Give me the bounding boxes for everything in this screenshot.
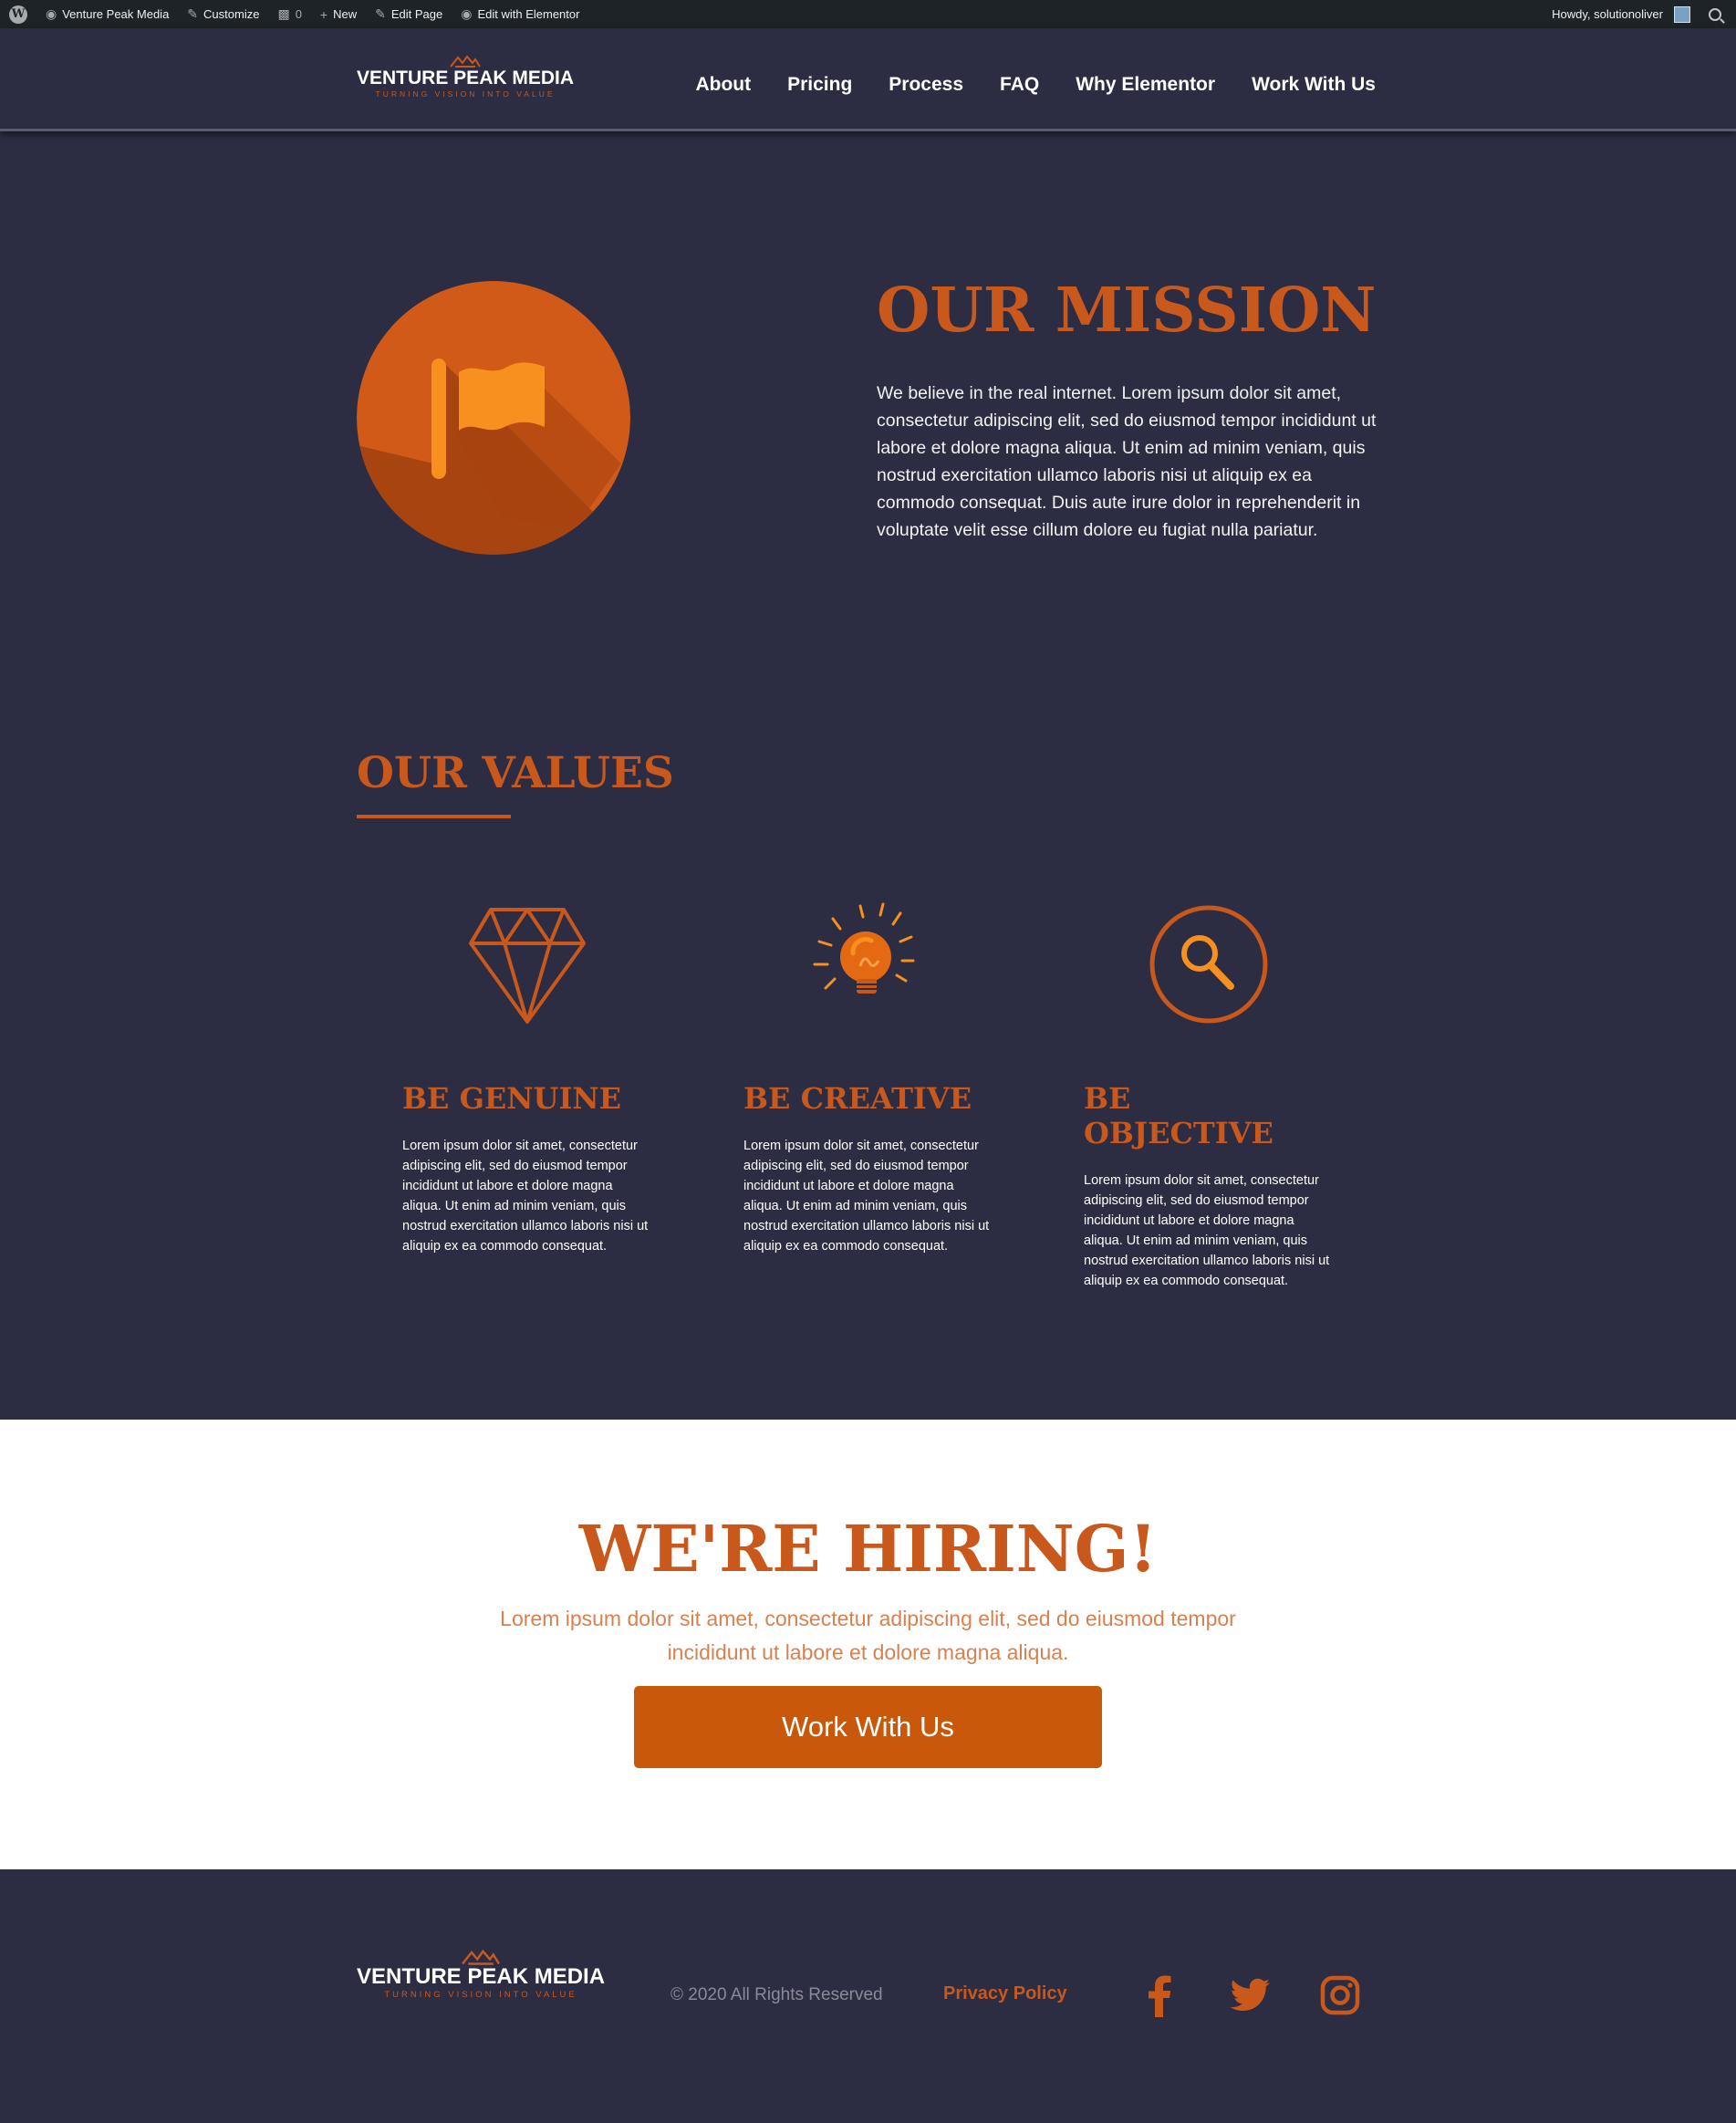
hiring-section: WE'RE HIRING! Lorem ipsum dolor sit amet… [0,1420,1736,1869]
dashboard-icon: ◉ [46,6,57,21]
plus-icon: + [319,6,328,22]
lightbulb-icon [813,902,915,994]
instagram-icon[interactable] [1318,1973,1362,2017]
flag-icon [357,281,630,555]
value-text-genuine: Lorem ipsum dolor sit amet, consectetur … [402,1139,649,1254]
nav-item-faq[interactable]: FAQ [1000,74,1039,96]
mountain-logo-icon [450,55,481,68]
mission-text: We believe in the real internet. Lorem i… [877,382,1377,540]
hiring-text: Lorem ipsum dolor sit amet, consectetur … [500,1607,1236,1664]
search-icon [1709,7,1721,21]
diamond-icon [469,908,586,1024]
wordpress-logo-icon: W [9,5,27,24]
admin-customize-label: Customize [203,7,260,21]
elementor-icon: ◉ [461,6,473,21]
work-with-us-button[interactable]: Work With Us [634,1686,1102,1768]
admin-elementor-link[interactable]: ◉ Edit with Elementor [452,0,588,28]
values-title: OUR VALUES [357,748,674,798]
value-card-genuine: BE GENUINE Lorem ipsum dolor sit amet, c… [402,1081,649,1256]
admin-new-label: New [333,7,358,21]
mission-title: OUR MISSION [877,274,1377,346]
admin-edit-page-link[interactable]: ✎ Edit Page [366,0,452,28]
admin-account-menu[interactable]: Howdy, solutionoliver [1543,0,1700,28]
nav-item-pricing[interactable]: Pricing [787,74,852,96]
admin-elementor-label: Edit with Elementor [477,7,580,21]
main-nav: About Pricing Process FAQ Why Elementor … [695,74,1376,96]
admin-comments-link[interactable]: ▩ 0 [268,0,310,28]
value-text-objective: Lorem ipsum dolor sit amet, consectetur … [1084,1173,1330,1288]
value-text-creative: Lorem ipsum dolor sit amet, consectetur … [743,1139,990,1254]
nav-item-process[interactable]: Process [889,74,963,96]
admin-site-link[interactable]: ◉ Venture Peak Media [36,0,178,28]
admin-customize-link[interactable]: ✎ Customize [178,0,268,28]
wordpress-menu[interactable]: W [0,0,36,28]
admin-search-button[interactable] [1700,0,1736,28]
pencil-icon: ✎ [375,6,386,21]
site-footer: VENTURE PEAK MEDIA TURNING VISION INTO V… [0,1869,1736,2123]
site-header: VENTURE PEAK MEDIA TURNING VISION INTO V… [0,28,1736,131]
brand-name: VENTURE PEAK MEDIA [357,68,575,88]
value-title-genuine: BE GENUINE [402,1081,622,1116]
brush-icon: ✎ [187,6,199,21]
footer-logo[interactable]: VENTURE PEAK MEDIA TURNING VISION INTO V… [357,1948,605,2000]
nav-item-why-elementor[interactable]: Why Elementor [1076,74,1215,96]
admin-howdy-label: Howdy, solutionoliver [1552,7,1663,21]
avatar [1674,5,1690,23]
comment-icon: ▩ [277,6,290,21]
value-card-objective: BE OBJECTIVE Lorem ipsum dolor sit amet,… [1084,1081,1330,1291]
mountain-logo-icon [462,1949,501,1965]
comments-count: 0 [295,7,302,21]
hiring-title: WE'RE HIRING! [578,1511,1158,1587]
twitter-icon[interactable] [1228,1973,1272,2017]
magnifier-icon [1149,905,1268,1024]
admin-bar: W ◉ Venture Peak Media ✎ Customize ▩ 0 +… [0,0,1736,28]
footer-brand-tagline: TURNING VISION INTO VALUE [384,1990,577,2000]
value-title-objective: BE OBJECTIVE [1084,1081,1273,1150]
value-title-creative: BE CREATIVE [743,1081,972,1116]
admin-edit-page-label: Edit Page [390,7,443,21]
admin-new-link[interactable]: + New [311,0,366,28]
admin-site-name: Venture Peak Media [62,7,170,21]
privacy-policy-link[interactable]: Privacy Policy [943,1983,1067,2004]
values-underline [357,815,511,818]
value-card-creative: BE CREATIVE Lorem ipsum dolor sit amet, … [743,1081,990,1256]
facebook-icon[interactable] [1138,1973,1182,2017]
nav-item-about[interactable]: About [695,74,751,96]
site-logo[interactable]: VENTURE PEAK MEDIA TURNING VISION INTO V… [357,54,574,99]
brand-tagline: TURNING VISION INTO VALUE [375,89,556,99]
footer-brand-name: VENTURE PEAK MEDIA [357,1964,606,1989]
nav-item-work-with-us[interactable]: Work With Us [1252,74,1376,96]
copyright-text: © 2020 All Rights Reserved [670,1985,883,2004]
